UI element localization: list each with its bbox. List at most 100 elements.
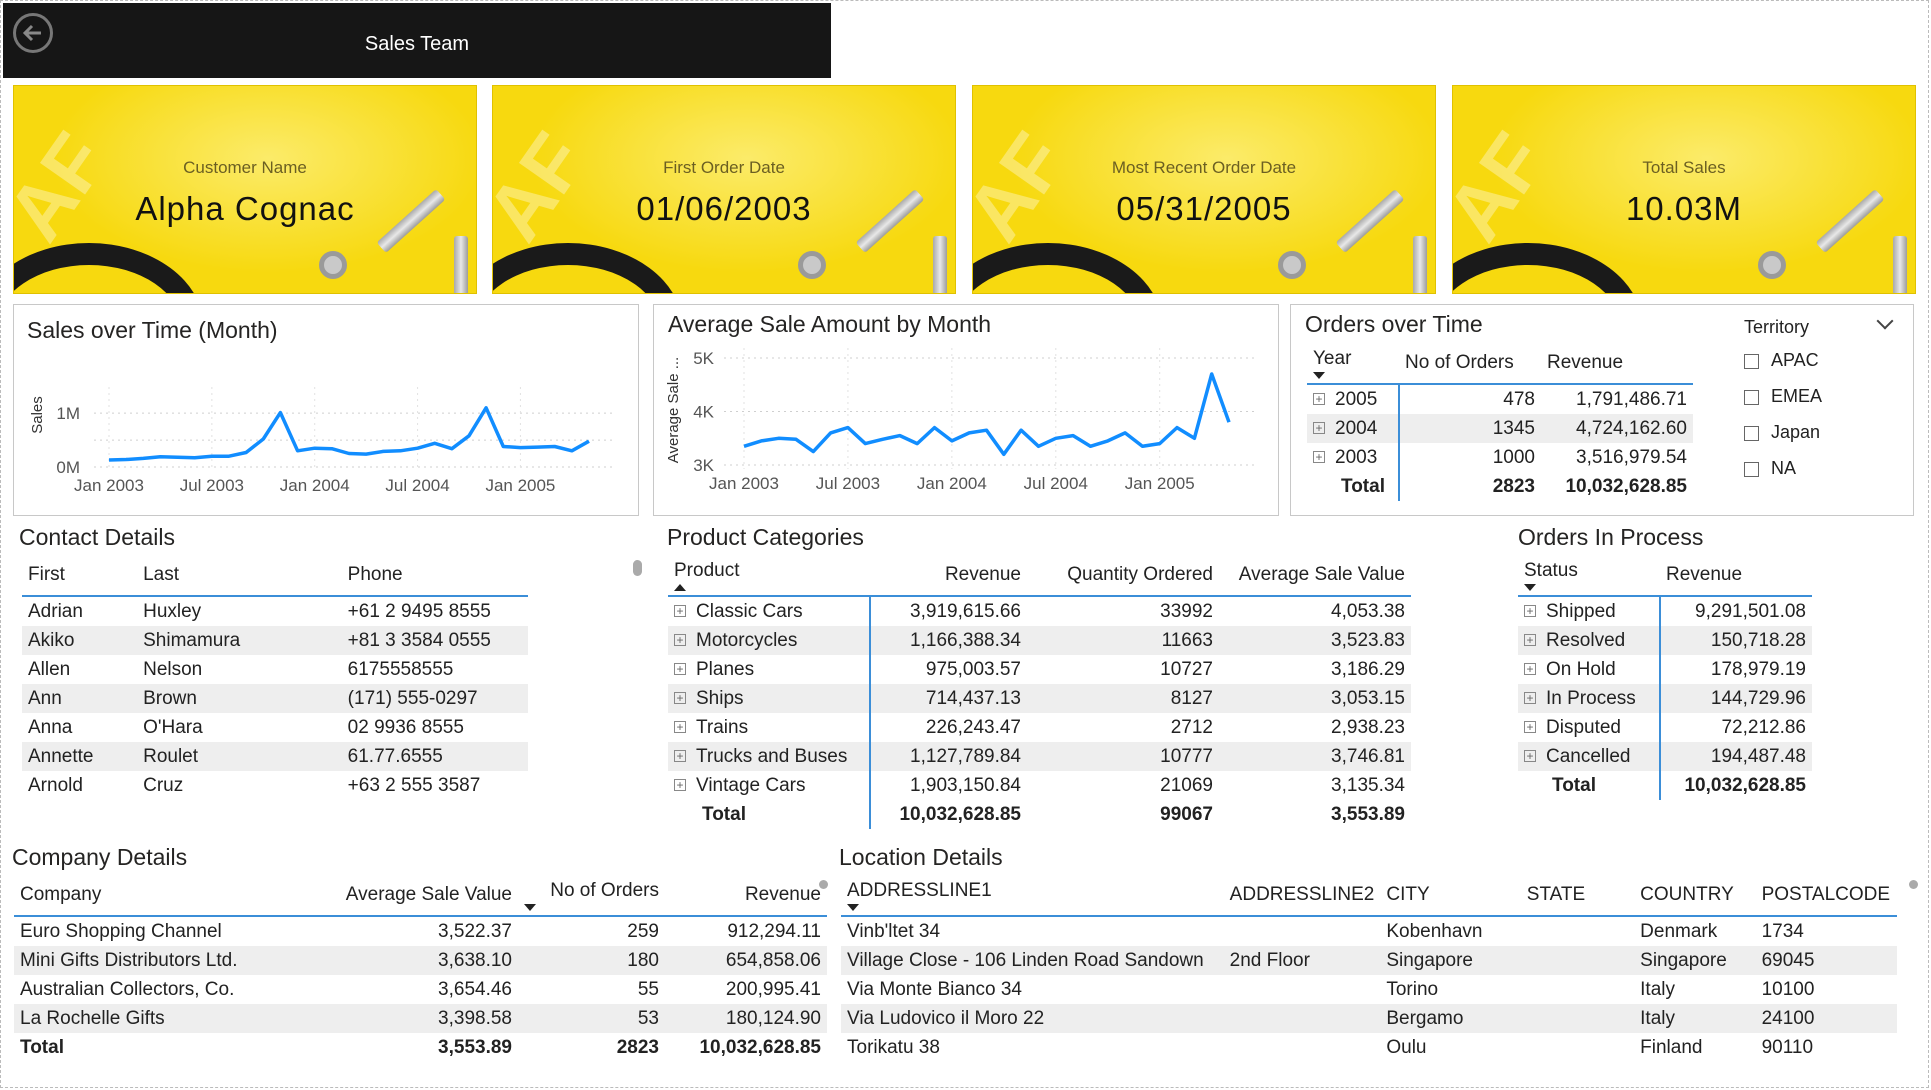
table-row[interactable]: + Planes 975,003.57 10727 3,186.29 xyxy=(668,655,1411,684)
table-row[interactable]: Adrian Huxley +61 2 9495 8555 xyxy=(22,596,528,626)
data-point[interactable] xyxy=(329,446,335,452)
table-row[interactable]: +2005 478 1,791,486.71 xyxy=(1307,384,1693,414)
column-header[interactable]: STATE xyxy=(1520,875,1635,917)
data-point[interactable] xyxy=(758,438,764,444)
column-header[interactable]: Revenue xyxy=(1541,343,1693,385)
data-point[interactable] xyxy=(897,433,903,439)
expand-icon[interactable]: + xyxy=(674,692,686,705)
table-row[interactable]: Ann Brown (171) 555-0297 xyxy=(22,684,528,713)
expand-icon[interactable]: + xyxy=(674,634,686,647)
data-point[interactable] xyxy=(243,449,249,455)
column-header[interactable]: Revenue xyxy=(665,875,827,917)
table-row[interactable]: + Vintage Cars 1,903,150.84 21069 3,135.34 xyxy=(668,771,1411,800)
data-point[interactable] xyxy=(363,451,369,457)
table-row[interactable]: Akiko Shimamura +81 3 3584 0555 xyxy=(22,626,528,655)
column-header[interactable]: No of Orders xyxy=(518,875,665,917)
data-point[interactable] xyxy=(793,436,799,442)
data-point[interactable] xyxy=(828,430,834,436)
expand-icon[interactable]: + xyxy=(1313,393,1325,406)
column-header[interactable]: Year xyxy=(1307,343,1399,385)
expand-icon[interactable]: + xyxy=(674,779,686,792)
table-row[interactable]: Via Ludovico il Moro 22 Bergamo Italy 24100 xyxy=(841,1004,1897,1033)
expand-icon[interactable]: + xyxy=(674,605,686,618)
sales-over-time-chart[interactable]: Sales over Time (Month) 1M 0M Jan 2003 Jul … xyxy=(13,304,639,516)
data-point[interactable] xyxy=(1157,441,1163,447)
data-point[interactable] xyxy=(741,443,747,449)
data-point[interactable] xyxy=(1053,435,1059,441)
expand-icon[interactable]: + xyxy=(1524,605,1536,618)
data-point[interactable] xyxy=(209,453,215,459)
data-point[interactable] xyxy=(810,449,816,455)
scrollbar-thumb[interactable] xyxy=(633,560,642,576)
data-point[interactable] xyxy=(1018,427,1024,433)
data-point[interactable] xyxy=(397,448,403,454)
data-point[interactable] xyxy=(880,436,886,442)
territory-option[interactable]: Japan xyxy=(1744,422,1820,443)
table-row[interactable]: + Ships 714,437.13 8127 3,053.15 xyxy=(668,684,1411,713)
table-row[interactable]: + In Process 144,729.96 xyxy=(1518,684,1812,713)
data-point[interactable] xyxy=(483,405,489,411)
data-point[interactable] xyxy=(346,451,352,457)
data-point[interactable] xyxy=(1226,419,1232,425)
column-header[interactable]: First xyxy=(22,555,138,597)
data-point[interactable] xyxy=(914,441,920,447)
data-point[interactable] xyxy=(157,454,163,460)
territory-option[interactable]: APAC xyxy=(1744,350,1819,371)
series-line[interactable] xyxy=(743,372,1231,457)
data-point[interactable] xyxy=(1139,443,1145,449)
data-point[interactable] xyxy=(1174,425,1180,431)
data-point[interactable] xyxy=(966,430,972,436)
expand-icon[interactable]: + xyxy=(1524,692,1536,705)
expand-icon[interactable]: + xyxy=(1313,422,1325,435)
checkbox[interactable] xyxy=(1744,389,1759,405)
data-point[interactable] xyxy=(984,427,990,433)
table-row[interactable]: La Rochelle Gifts 3,398.58 53 180,124.90 xyxy=(14,1004,827,1033)
data-point[interactable] xyxy=(862,441,868,447)
data-point[interactable] xyxy=(175,454,181,460)
column-header[interactable]: Average Sale Value xyxy=(326,875,518,917)
data-point[interactable] xyxy=(295,448,301,454)
table-row[interactable]: Australian Collectors, Co. 3,654.46 55 200,… xyxy=(14,975,827,1004)
data-point[interactable] xyxy=(380,448,386,454)
data-point[interactable] xyxy=(1191,435,1197,441)
column-header[interactable]: COUNTRY xyxy=(1634,875,1756,917)
scrollbar-thumb[interactable] xyxy=(819,880,828,889)
data-point[interactable] xyxy=(552,444,558,450)
table-row[interactable]: Vinb'ltet 34 Kobenhavn Denmark 1734 xyxy=(841,916,1897,946)
table-row[interactable]: Allen Nelson 6175558555 xyxy=(22,655,528,684)
table-row[interactable]: + Trucks and Buses 1,127,789.84 10777 3,746.… xyxy=(668,742,1411,771)
data-point[interactable] xyxy=(1001,451,1007,457)
data-point[interactable] xyxy=(1070,433,1076,439)
table-row[interactable]: Annette Roulet 61.77.6555 xyxy=(22,742,528,771)
checkbox[interactable] xyxy=(1744,425,1759,441)
column-header[interactable]: Last xyxy=(137,555,342,597)
table-row[interactable]: Anna O'Hara 02 9936 8555 xyxy=(22,713,528,742)
data-point[interactable] xyxy=(517,445,523,451)
data-point[interactable] xyxy=(845,425,851,431)
column-header[interactable]: POSTALCODE xyxy=(1755,875,1897,917)
expand-icon[interactable]: + xyxy=(1313,451,1325,464)
column-header[interactable]: Revenue xyxy=(1660,555,1812,597)
table-row[interactable]: + Disputed 72,212.86 xyxy=(1518,713,1812,742)
data-point[interactable] xyxy=(260,436,266,442)
data-point[interactable] xyxy=(500,444,506,450)
expand-icon[interactable]: + xyxy=(1524,750,1536,763)
expand-icon[interactable]: + xyxy=(674,663,686,676)
expand-icon[interactable]: + xyxy=(1524,634,1536,647)
table-row[interactable]: + Cancelled 194,487.48 xyxy=(1518,742,1812,771)
table-row[interactable]: + Motorcycles 1,166,388.34 11663 3,523.83 xyxy=(668,626,1411,655)
data-point[interactable] xyxy=(192,455,198,461)
data-point[interactable] xyxy=(312,445,318,451)
data-point[interactable] xyxy=(1122,430,1128,436)
column-header[interactable]: CITY xyxy=(1380,875,1521,917)
column-header[interactable]: Product xyxy=(668,555,870,597)
scrollbar-thumb[interactable] xyxy=(1909,880,1918,889)
territory-option[interactable]: EMEA xyxy=(1744,386,1822,407)
chevron-down-icon[interactable] xyxy=(1876,312,1894,330)
data-point[interactable] xyxy=(140,455,146,461)
table-row[interactable]: Torikatu 38 Oulu Finland 90110 xyxy=(841,1033,1897,1062)
column-header[interactable]: ADDRESSLINE1 xyxy=(841,875,1224,917)
data-point[interactable] xyxy=(535,444,541,450)
data-point[interactable] xyxy=(277,410,283,416)
data-point[interactable] xyxy=(932,425,938,431)
